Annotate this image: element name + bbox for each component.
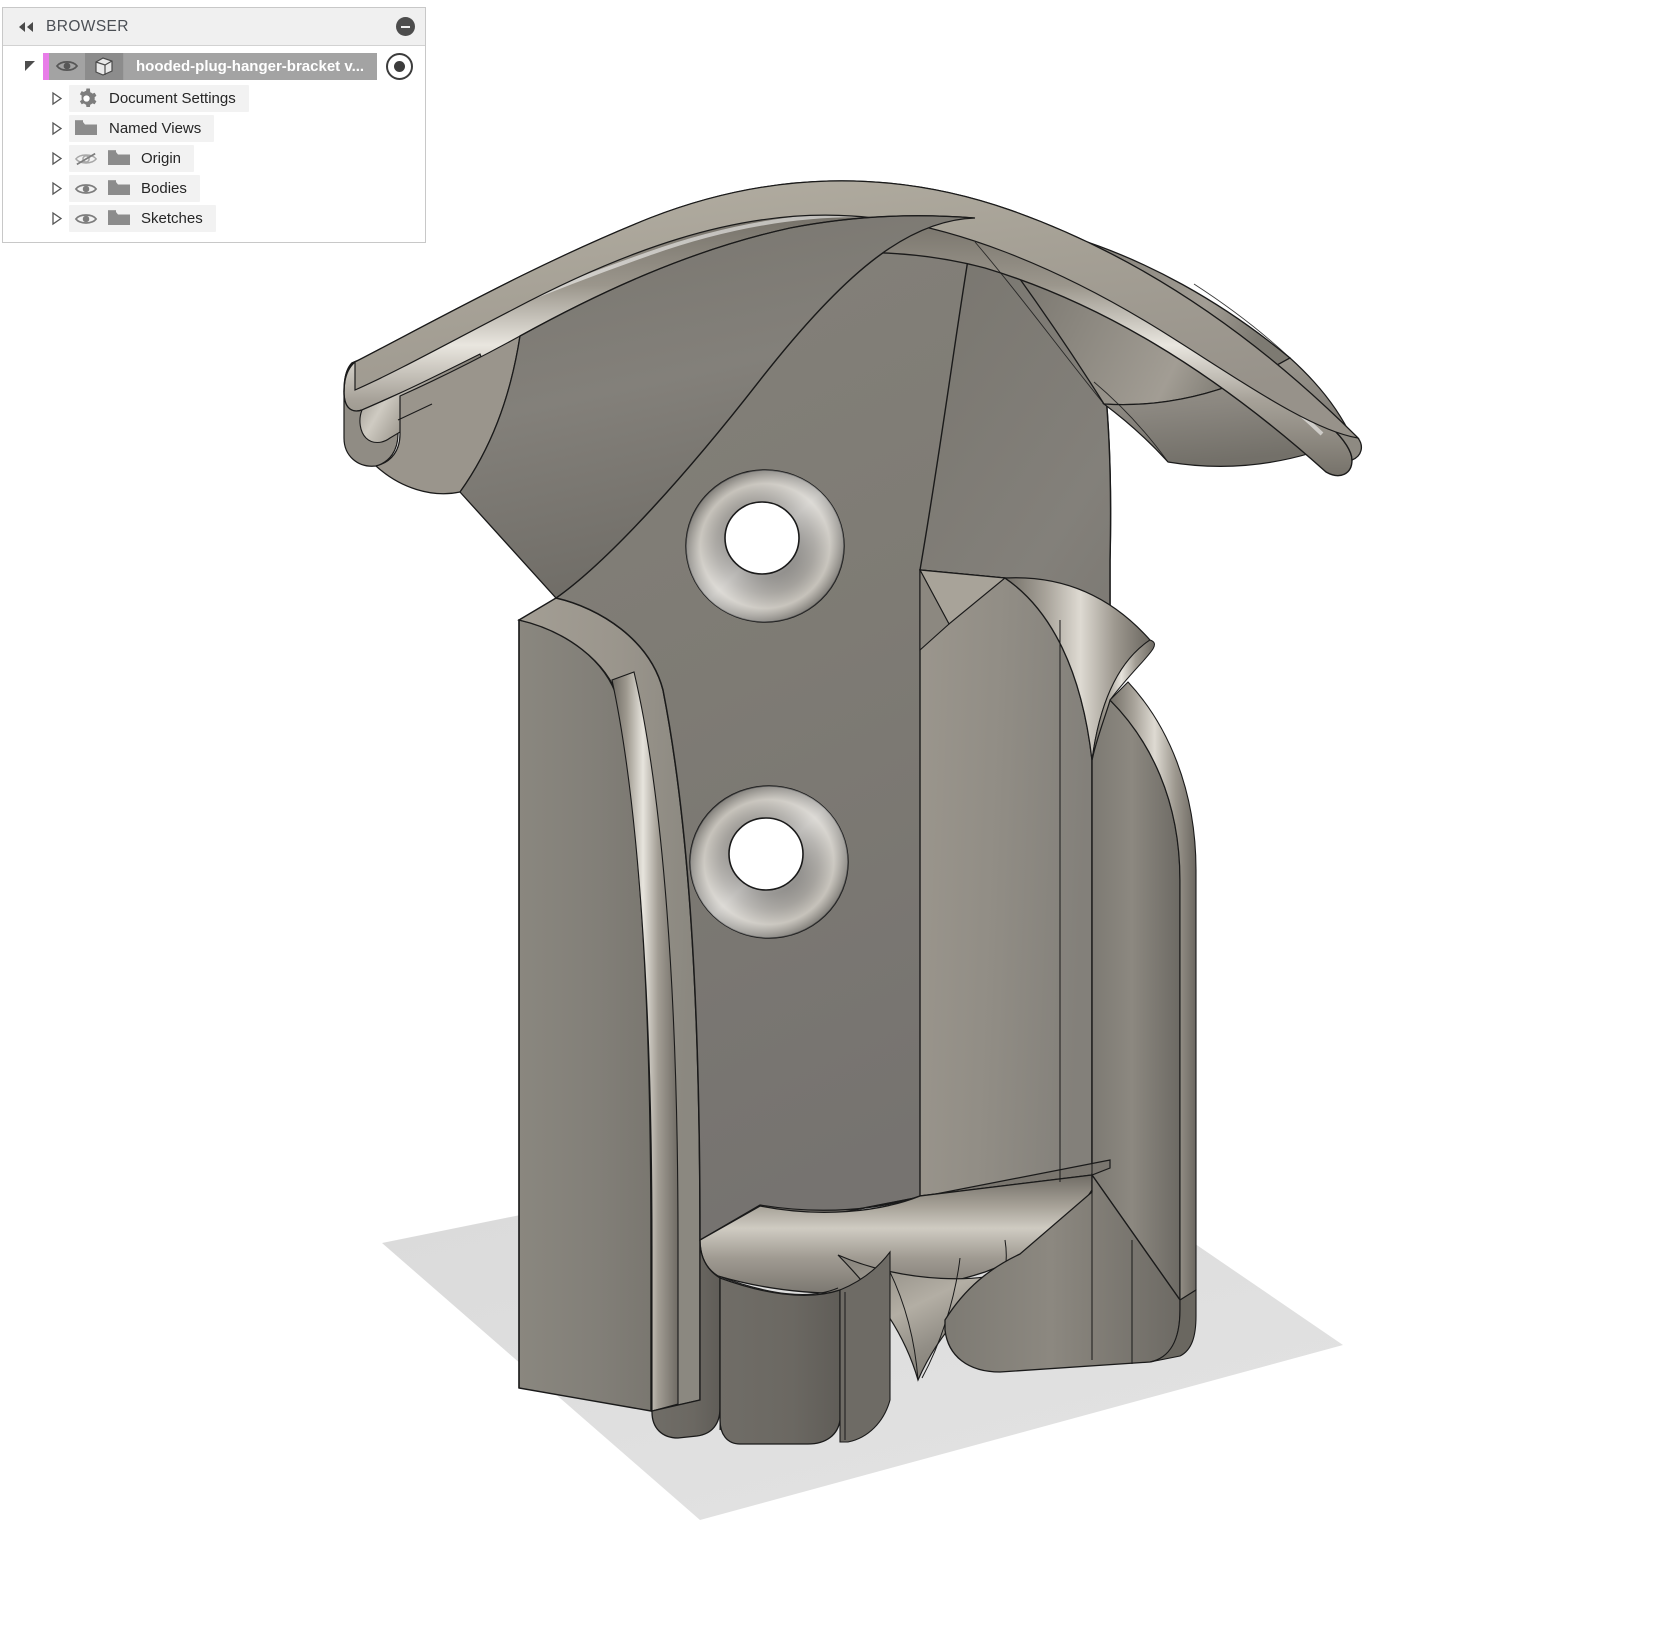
folder-icon: [103, 205, 135, 232]
root-row-chip[interactable]: hooded-plug-hanger-bracket v...: [43, 52, 378, 80]
gear-icon: [69, 85, 103, 112]
tree-item-bodies[interactable]: Bodies: [3, 173, 425, 203]
browser-panel-header: BROWSER: [3, 8, 425, 46]
tree-item-named-views[interactable]: Named Views: [3, 113, 425, 143]
activate-component-radio-dot: [394, 60, 406, 72]
tree-item-label: Origin: [141, 149, 182, 167]
component-cube-icon: [85, 52, 124, 80]
row-chip[interactable]: Bodies: [69, 174, 200, 202]
browser-panel: BROWSER hooded-plug-hanger-bracket v... …: [2, 7, 426, 243]
browser-title: BROWSER: [46, 17, 129, 35]
tree-item-document-settings[interactable]: Document Settings: [3, 83, 425, 113]
folder-icon: [69, 115, 103, 142]
3d-viewport[interactable]: [0, 0, 1666, 1633]
expander-icon[interactable]: [43, 83, 69, 113]
tree-root-row[interactable]: hooded-plug-hanger-bracket v...: [3, 49, 425, 83]
tree-item-origin[interactable]: Origin: [3, 143, 425, 173]
expander-icon[interactable]: [43, 173, 69, 203]
minimize-icon[interactable]: [396, 17, 415, 36]
eye-icon[interactable]: [69, 175, 103, 202]
expander-icon[interactable]: [43, 203, 69, 233]
model-canvas[interactable]: [0, 0, 1666, 1633]
upper-countersunk-hole: [685, 469, 845, 623]
tree-item-sketches[interactable]: Sketches: [3, 203, 425, 233]
folder-icon: [103, 175, 135, 202]
expander-icon[interactable]: [43, 113, 69, 143]
browser-tree: hooded-plug-hanger-bracket v... Document…: [3, 46, 425, 242]
eye-icon[interactable]: [69, 205, 103, 232]
eye-off-icon[interactable]: [69, 145, 103, 172]
row-chip[interactable]: Named Views: [69, 114, 215, 142]
root-label: hooded-plug-hanger-bracket v...: [136, 57, 365, 75]
tree-item-label: Sketches: [141, 209, 203, 227]
tree-item-label: Document Settings: [109, 89, 236, 107]
expander-icon[interactable]: [43, 143, 69, 173]
row-chip[interactable]: Sketches: [69, 204, 216, 232]
lower-countersunk-hole: [689, 785, 849, 939]
tree-item-label: Bodies: [141, 179, 187, 197]
collapse-panel-icon[interactable]: [15, 19, 37, 35]
root-expander-icon[interactable]: [17, 51, 43, 81]
tree-item-label: Named Views: [109, 119, 202, 137]
row-chip[interactable]: Document Settings: [69, 84, 249, 112]
root-visibility-eye-icon[interactable]: [49, 52, 85, 80]
row-chip[interactable]: Origin: [69, 144, 195, 172]
activate-component-radio[interactable]: [386, 52, 414, 80]
folder-icon: [103, 145, 135, 172]
